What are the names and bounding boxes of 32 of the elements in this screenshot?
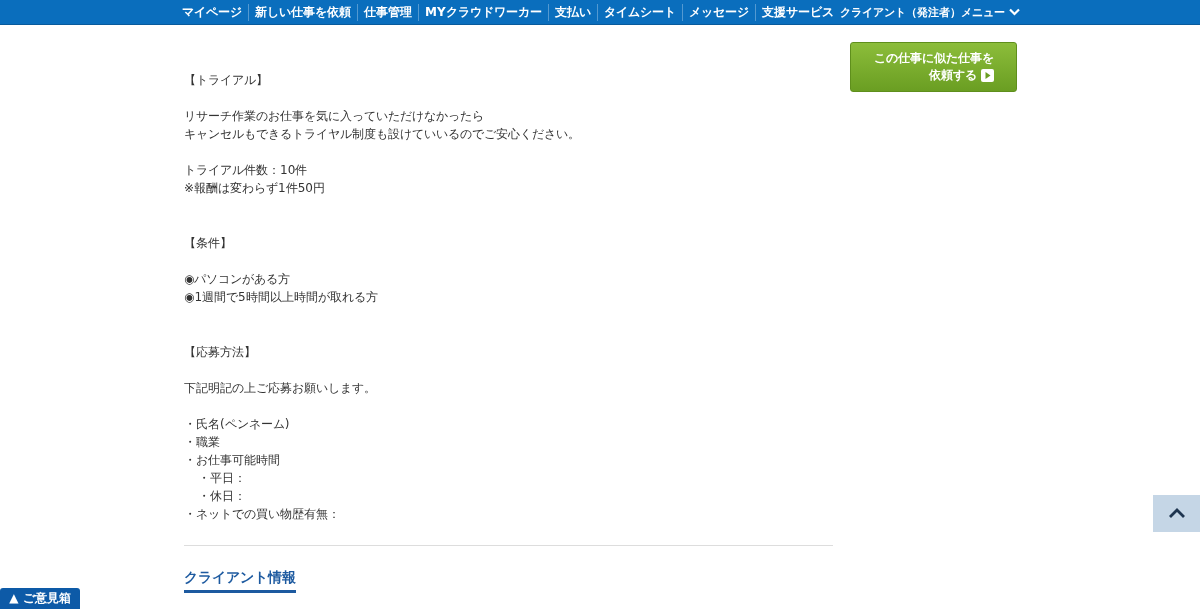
feedback-tab[interactable]: ▲ ご意見箱 bbox=[0, 588, 80, 609]
nav-link[interactable]: 新しい仕事を依頼 bbox=[248, 3, 357, 21]
list-item: ・お仕事可能時間 bbox=[184, 452, 281, 469]
body-text: ◉1週間で5時間以上時間が取れる方 bbox=[184, 289, 379, 306]
chevron-up-icon bbox=[1167, 508, 1186, 519]
body-text: トライアル件数：10件 bbox=[184, 162, 309, 179]
body-text: 下記明記の上ご応募お願いします。 bbox=[184, 380, 377, 397]
nav-link[interactable]: マイページ bbox=[176, 3, 248, 21]
list-item: ・休日： bbox=[198, 488, 247, 505]
play-icon bbox=[981, 69, 994, 82]
list-item: ・平日： bbox=[198, 470, 247, 487]
nav-link[interactable]: 仕事管理 bbox=[357, 3, 418, 21]
nav-link[interactable]: タイムシート bbox=[596, 3, 682, 21]
request-similar-job-button[interactable]: この仕事に似た仕事を 依頼する bbox=[850, 42, 1017, 92]
nav-link[interactable]: MYクラウドワーカー bbox=[418, 3, 548, 21]
body-text: ◉パソコンがある方 bbox=[184, 271, 292, 288]
body-text: リサーチ作業のお仕事を気に入っていただけなかったら bbox=[184, 108, 485, 125]
chevron-down-icon bbox=[1008, 8, 1020, 16]
nav-link[interactable]: 支援サービス bbox=[754, 3, 840, 21]
section-heading: 【トライアル】 bbox=[184, 72, 269, 89]
client-info-heading: クライアント情報 bbox=[184, 568, 296, 593]
list-item: ・氏名(ペンネーム) bbox=[184, 416, 291, 433]
back-to-top-button[interactable] bbox=[1153, 495, 1200, 532]
section-heading: 【応募方法】 bbox=[184, 344, 257, 361]
section-heading: 【条件】 bbox=[184, 235, 233, 252]
list-item: ・ネットでの買い物歴有無： bbox=[184, 506, 341, 523]
body-text: キャンセルもできるトライヤル制度も設けていいるのでご安心ください。 bbox=[184, 126, 581, 143]
nav-link[interactable]: 支払い bbox=[547, 3, 597, 21]
list-item: ・職業 bbox=[184, 434, 221, 451]
body-text: ※報酬は変わらず1件50円 bbox=[184, 180, 326, 197]
client-menu[interactable]: クライアント（発注者）メニュー bbox=[839, 4, 1020, 20]
nav-link[interactable]: メッセージ bbox=[681, 3, 755, 21]
